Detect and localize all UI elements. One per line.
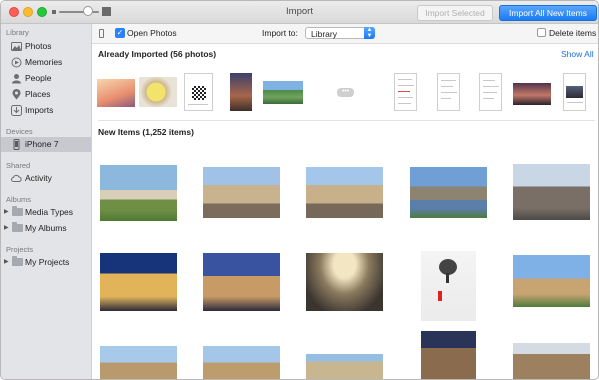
chevron-up-down-icon: ▲ ▼ bbox=[364, 27, 375, 39]
sidebar-header-shared: Shared bbox=[6, 161, 31, 170]
sidebar-item-label: Imports bbox=[25, 105, 54, 115]
sidebar-item-label: Media Types bbox=[25, 207, 74, 217]
imports-icon bbox=[11, 105, 22, 116]
sidebar-item-label: Photos bbox=[25, 41, 52, 51]
new-item-thumbnail[interactable] bbox=[100, 346, 177, 379]
sidebar-item-activity[interactable]: Activity bbox=[1, 171, 91, 186]
sidebar-header-albums: Albums bbox=[6, 195, 32, 204]
memories-icon bbox=[11, 57, 22, 68]
new-item-thumbnail[interactable] bbox=[203, 253, 280, 311]
title-bar: Import Import Selected Import All New It… bbox=[1, 1, 598, 24]
sidebar-item-label: Memories bbox=[25, 57, 63, 67]
imported-thumbnail[interactable] bbox=[184, 73, 213, 111]
delete-items-checkbox[interactable] bbox=[537, 28, 546, 37]
sidebar-item-my-albums[interactable]: ▶ My Albums bbox=[1, 221, 91, 236]
disclosure-triangle-icon[interactable]: ▶ bbox=[4, 255, 9, 270]
open-photos-checkbox[interactable]: ✓ bbox=[115, 28, 125, 38]
disclosure-triangle-icon[interactable]: ▶ bbox=[4, 205, 9, 220]
new-item-thumbnail[interactable] bbox=[306, 253, 383, 311]
new-item-thumbnail[interactable] bbox=[513, 255, 590, 307]
imported-thumbnail[interactable] bbox=[437, 73, 460, 111]
folder-icon bbox=[12, 222, 23, 232]
new-item-thumbnail[interactable] bbox=[100, 165, 177, 221]
import-all-new-items-button[interactable]: Import All New Items bbox=[499, 5, 597, 21]
sidebar-item-label: My Projects bbox=[25, 257, 70, 267]
sidebar-header-projects: Projects bbox=[6, 245, 34, 254]
imported-thumbnail[interactable] bbox=[139, 77, 177, 107]
import-selected-button[interactable]: Import Selected bbox=[417, 5, 493, 21]
imported-thumbnail[interactable] bbox=[263, 81, 303, 104]
new-item-thumbnail[interactable] bbox=[306, 354, 383, 379]
new-item-thumbnail[interactable] bbox=[100, 253, 177, 311]
import-toolbar: ✓ Open Photos Import to: Library ▲ ▼ Dele… bbox=[92, 24, 598, 44]
show-all-link[interactable]: Show All bbox=[561, 49, 594, 59]
import-to-select[interactable]: Library ▲ ▼ bbox=[305, 27, 375, 39]
open-photos-label: Open Photos bbox=[127, 28, 177, 38]
new-item-thumbnail[interactable] bbox=[421, 331, 476, 379]
already-imported-title: Already Imported (56 photos) bbox=[98, 49, 217, 59]
imported-thumbnail[interactable] bbox=[230, 73, 252, 111]
sidebar-item-photos[interactable]: Photos bbox=[1, 39, 91, 54]
sidebar-item-imports[interactable]: Imports bbox=[1, 103, 91, 118]
sidebar-item-label: iPhone 7 bbox=[25, 139, 59, 149]
sidebar-item-label: My Albums bbox=[25, 223, 67, 233]
import-to-value: Library bbox=[311, 29, 337, 39]
new-item-thumbnail[interactable] bbox=[513, 343, 590, 379]
sidebar-item-label: People bbox=[25, 73, 52, 83]
new-item-thumbnail[interactable] bbox=[203, 346, 280, 379]
new-items-title: New Items (1,252 items) bbox=[98, 127, 194, 137]
sidebar-item-places[interactable]: Places bbox=[1, 87, 91, 102]
iphone-icon bbox=[13, 139, 20, 150]
cloud-icon bbox=[11, 174, 22, 182]
imported-thumbnail[interactable] bbox=[97, 79, 135, 107]
folder-icon bbox=[12, 206, 23, 216]
photos-icon bbox=[11, 42, 22, 51]
imported-thumbnail[interactable] bbox=[563, 73, 586, 111]
imported-thumbnail[interactable] bbox=[394, 73, 417, 111]
folder-icon bbox=[12, 256, 23, 266]
new-item-thumbnail[interactable] bbox=[421, 251, 476, 321]
new-item-thumbnail[interactable] bbox=[203, 167, 280, 218]
imported-thumbnail[interactable] bbox=[513, 83, 551, 105]
device-phone-icon bbox=[99, 29, 104, 38]
sidebar-header-library: Library bbox=[6, 28, 29, 37]
sidebar-item-label: Activity bbox=[25, 173, 52, 183]
delete-items-label: Delete items bbox=[549, 28, 597, 38]
sidebar-item-people[interactable]: People bbox=[1, 71, 91, 86]
import-to-label: Import to: bbox=[262, 28, 298, 38]
places-icon bbox=[12, 89, 21, 100]
disclosure-triangle-icon[interactable]: ▶ bbox=[4, 221, 9, 236]
tree-trunk bbox=[446, 273, 449, 283]
sidebar-item-label: Places bbox=[25, 89, 51, 99]
section-divider bbox=[98, 120, 595, 121]
sidebar: Library Photos Memories People Places Im… bbox=[1, 24, 92, 379]
new-item-thumbnail[interactable] bbox=[410, 167, 487, 218]
sidebar-item-media-types[interactable]: ▶ Media Types bbox=[1, 205, 91, 220]
sidebar-header-devices: Devices bbox=[6, 127, 33, 136]
sidebar-item-my-projects[interactable]: ▶ My Projects bbox=[1, 255, 91, 270]
imported-thumbnail[interactable] bbox=[479, 73, 502, 111]
person-figure bbox=[438, 291, 442, 301]
people-icon bbox=[12, 74, 21, 84]
sidebar-item-iphone-7[interactable]: iPhone 7 bbox=[1, 137, 91, 152]
import-window: Import Import Selected Import All New It… bbox=[0, 0, 599, 380]
new-item-thumbnail[interactable] bbox=[513, 164, 590, 220]
more-imported-indicator[interactable]: ••• bbox=[337, 88, 354, 97]
qr-code-icon bbox=[192, 86, 206, 100]
sidebar-item-memories[interactable]: Memories bbox=[1, 55, 91, 70]
new-item-thumbnail[interactable] bbox=[306, 167, 383, 218]
